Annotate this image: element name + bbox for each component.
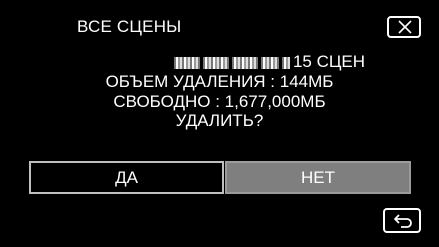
scene-count-text: 15 СЦЕН bbox=[292, 52, 366, 71]
return-arrow-icon bbox=[394, 214, 412, 228]
back-button[interactable] bbox=[383, 208, 421, 233]
pixelated-text-mosaic bbox=[173, 57, 290, 69]
free-space-text: СВОБОДНО : 1,677,000МБ bbox=[113, 92, 326, 111]
scene-count-line: 15 СЦЕН bbox=[0, 52, 439, 73]
yes-button[interactable]: ДА bbox=[29, 161, 224, 194]
close-button[interactable] bbox=[387, 16, 421, 38]
dialog-title: ВСЕ СЦЕНЫ bbox=[77, 17, 182, 36]
delete-question: УДАЛИТЬ? bbox=[175, 111, 264, 130]
delete-all-scenes-dialog: ВСЕ СЦЕНЫ 15 СЦЕН ОБЪЕМ УДАЛЕНИЯ : 144МБ… bbox=[0, 0, 439, 247]
no-button[interactable]: НЕТ bbox=[225, 161, 411, 194]
close-icon bbox=[398, 20, 412, 34]
delete-size-text: ОБЪЕМ УДАЛЕНИЯ : 144МБ bbox=[105, 72, 334, 91]
